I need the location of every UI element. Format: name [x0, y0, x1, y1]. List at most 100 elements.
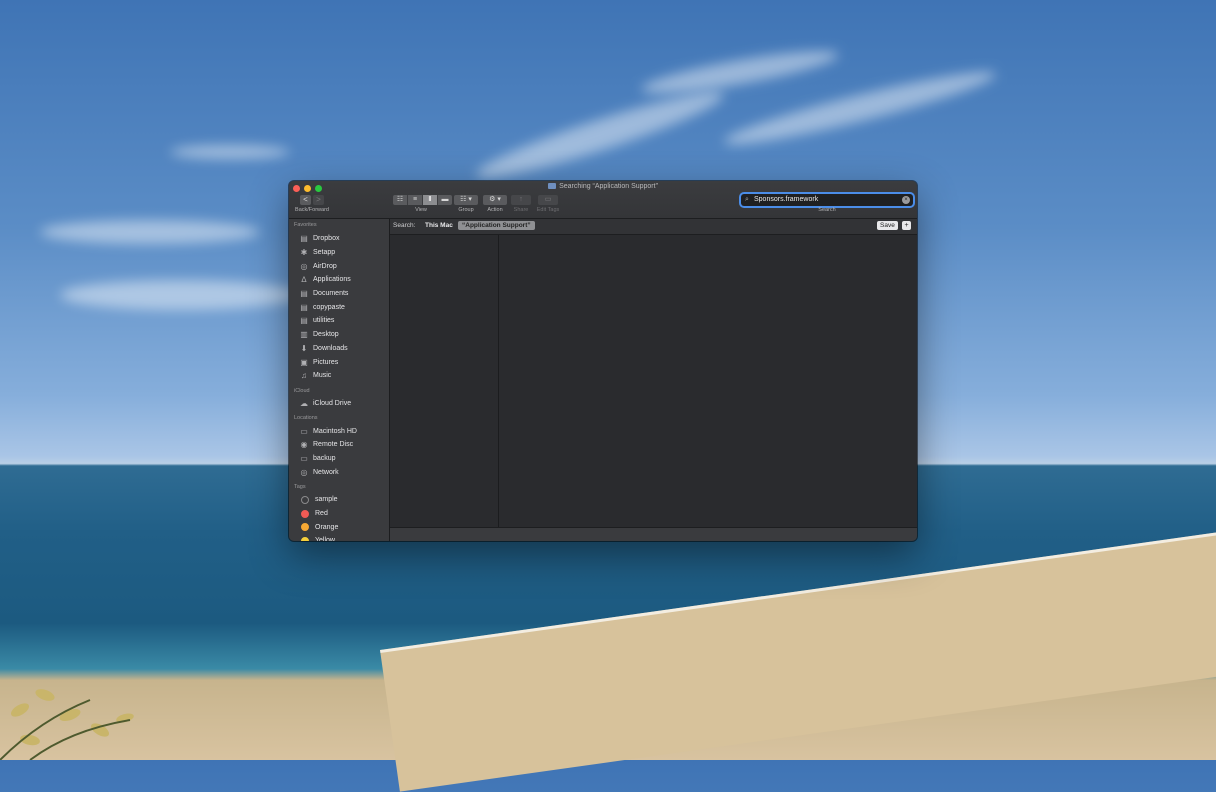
desktop-icon: ▥ — [300, 330, 308, 340]
sidebar-item-yellow[interactable]: Yellow — [289, 534, 389, 541]
sidebar-item-downloads[interactable]: ⬇ Downloads — [289, 342, 389, 356]
add-criteria-button[interactable]: + — [902, 221, 911, 230]
sidebar-item-label: Applications — [313, 276, 351, 284]
sidebar-item-label: Remote Disc — [313, 441, 354, 449]
disc-icon: ◉ — [300, 440, 308, 450]
action-caption: Action — [487, 207, 503, 213]
setapp-icon: ✱ — [300, 248, 308, 258]
edit-tags-button[interactable]: ▭ — [538, 195, 558, 205]
search-scope-bar: Search: This Mac “Application Support” S… — [390, 219, 917, 235]
search-icon: ⌕ — [745, 196, 749, 203]
clear-search-icon[interactable]: × — [902, 196, 910, 204]
sidebar-item-desktop[interactable]: ▥ Desktop — [289, 328, 389, 342]
tag-color-dot-icon — [301, 509, 309, 518]
sidebar-item-label: Orange — [315, 523, 339, 531]
tags-list: sample Red Orange Yellow — [289, 493, 389, 541]
sidebar-item-utilities[interactable]: ▤ utilities — [289, 314, 389, 328]
sidebar-section-favorites: Favorites — [294, 222, 317, 228]
sidebar-item-red[interactable]: Red — [289, 507, 389, 521]
sidebar-item-label: copypaste — [313, 303, 345, 311]
music-icon: ♫ — [301, 371, 307, 381]
share-caption: Share — [513, 207, 529, 213]
sidebar-item-pictures[interactable]: ▣ Pictures — [289, 355, 389, 369]
sidebar-item-dropbox[interactable]: ▤ Dropbox — [289, 232, 389, 246]
column-view-button[interactable]: Ⅱ — [423, 195, 438, 205]
sidebar-item-setapp[interactable]: ✱ Setapp — [289, 246, 389, 260]
list-view-button[interactable]: ≡ — [408, 195, 423, 205]
search-input-value[interactable]: Sponsors.framework — [754, 194, 818, 206]
view-caption: View — [415, 207, 427, 213]
search-results-area: Search: This Mac “Application Support” S… — [390, 219, 917, 541]
sidebar-item-label: sample — [315, 496, 338, 504]
share-button[interactable]: ↑ — [511, 195, 531, 205]
sidebar-item-sample[interactable]: sample — [289, 493, 389, 507]
sidebar-item-label: AirDrop — [313, 262, 337, 270]
sidebar-item-label: Music — [313, 372, 332, 380]
locations-list: ▭ Macintosh HD ◉ Remote Disc ▭ backup ◎ Network — [289, 424, 389, 479]
save-search-button[interactable]: Save — [877, 221, 898, 230]
gallery-view-button[interactable]: ▬ — [438, 195, 452, 205]
path-bar — [390, 527, 917, 541]
folder-icon: ▤ — [300, 234, 308, 244]
sidebar-item-label: Setapp — [313, 249, 336, 257]
sidebar-item-backup[interactable]: ▭ backup — [289, 452, 389, 466]
search-caption: Search — [818, 207, 836, 213]
action-button[interactable]: ⚙ ▾ — [483, 195, 507, 205]
sidebar-section-locations: Locations — [294, 415, 318, 422]
scope-label: Search: — [393, 222, 416, 229]
pictures-icon: ▣ — [300, 357, 308, 367]
sidebar-item-network[interactable]: ◎ Network — [289, 465, 389, 479]
search-field[interactable]: ⌕ Sponsors.framework × — [741, 194, 913, 206]
sidebar-item-copypaste[interactable]: ▤ copypaste — [289, 300, 389, 314]
sidebar-item-label: Yellow — [315, 537, 335, 541]
airdrop-icon: ◎ — [300, 261, 308, 271]
finder-window: Searching “Application Support” < > Back… — [289, 181, 917, 541]
network-icon: ◎ — [300, 467, 308, 477]
sidebar-section-icloud: iCloud — [294, 387, 310, 394]
drive-icon: ▭ — [300, 453, 308, 463]
sidebar-item-label: Dropbox — [313, 235, 340, 243]
sidebar-item-label: iCloud Drive — [313, 399, 352, 407]
sidebar-item-label: Red — [315, 510, 328, 518]
column-divider[interactable] — [498, 235, 499, 527]
tag-color-dot-icon — [301, 523, 309, 532]
sidebar-item-applications[interactable]: ∆ Applications — [289, 273, 389, 287]
sidebar-item-label: utilities — [313, 317, 335, 325]
group-caption: Group — [458, 207, 474, 213]
applications-icon: ∆ — [301, 275, 307, 285]
folder-icon — [548, 183, 557, 190]
sidebar-item-macintosh-hd[interactable]: ▭ Macintosh HD — [289, 424, 389, 438]
documents-icon: ▤ — [300, 289, 308, 299]
sidebar-item-label: Downloads — [313, 344, 348, 352]
favorites-list: ▤ Dropbox ✱ Setapp ◎ AirDrop ∆ Applications ▤ Doc… — [289, 232, 389, 383]
icloud-list: ☁ iCloud Drive — [289, 397, 389, 411]
edit-tags-caption: Edit Tags — [536, 207, 560, 213]
scope-folder-chip[interactable]: “Application Support” — [458, 221, 535, 230]
sidebar: Favorites ▤ Dropbox ✱ Setapp ◎ AirDrop ∆ Applic… — [289, 219, 390, 541]
tag-color-dot-icon — [301, 495, 309, 504]
sidebar-item-airdrop[interactable]: ◎ AirDrop — [289, 259, 389, 273]
sidebar-item-label: Desktop — [313, 331, 339, 339]
sidebar-item-label: backup — [313, 454, 336, 462]
sidebar-item-label: Macintosh HD — [313, 427, 357, 435]
sidebar-item-remote-disc[interactable]: ◉ Remote Disc — [289, 438, 389, 452]
window-title: Searching “Application Support” — [289, 183, 917, 190]
sidebar-item-music[interactable]: ♫ Music — [289, 369, 389, 383]
downloads-icon: ⬇ — [300, 343, 308, 353]
folder-icon: ▤ — [300, 302, 308, 312]
sidebar-item-documents[interactable]: ▤ Documents — [289, 287, 389, 301]
back-button[interactable]: < — [300, 195, 311, 205]
cloud-icon: ☁ — [300, 398, 308, 408]
tag-color-dot-icon — [301, 536, 309, 541]
scope-this-mac[interactable]: This Mac — [425, 222, 453, 229]
sidebar-section-tags: Tags — [294, 484, 306, 490]
forward-button[interactable]: > — [313, 195, 324, 205]
sidebar-item-orange[interactable]: Orange — [289, 520, 389, 534]
icon-view-button[interactable]: ☷ — [393, 195, 408, 205]
sidebar-item-label: Documents — [313, 290, 349, 298]
folder-icon: ▤ — [300, 316, 308, 326]
sidebar-item-icloud-drive[interactable]: ☁ iCloud Drive — [289, 397, 389, 411]
view-segmented-control[interactable]: ☷ ≡ Ⅱ ▬ — [393, 195, 452, 205]
group-button[interactable]: ☷ ▾ — [454, 195, 478, 205]
sidebar-item-label: Pictures — [313, 358, 339, 366]
